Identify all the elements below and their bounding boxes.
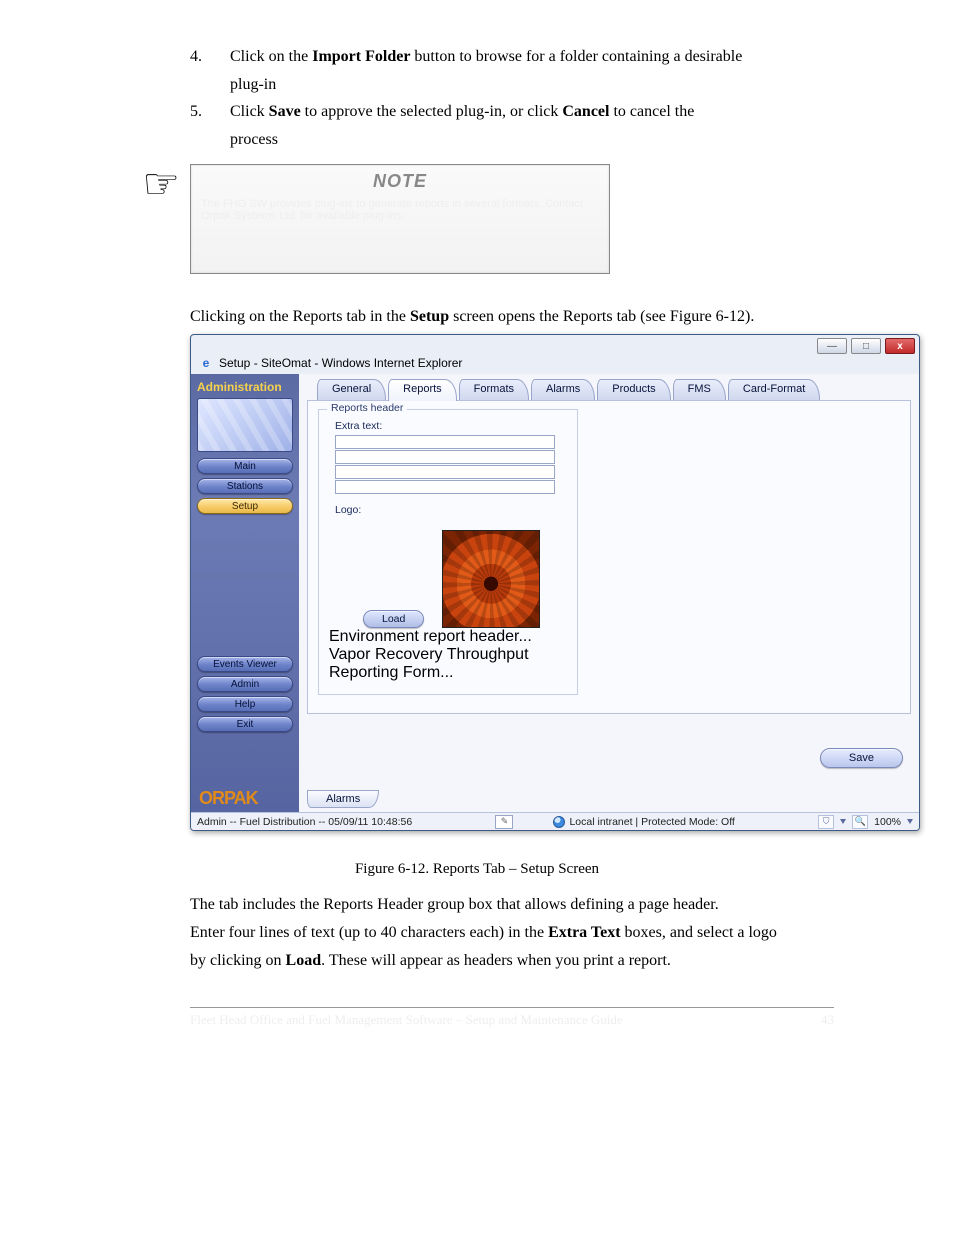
- logo-label: Logo:: [335, 504, 567, 516]
- sidebar-item-setup[interactable]: Setup: [197, 498, 293, 514]
- sidebar-item-help[interactable]: Help: [197, 696, 293, 712]
- reports-panel: Reports header Extra text: Logo:: [307, 400, 911, 714]
- footer-right: 43: [821, 1012, 834, 1028]
- note-callout: NOTE The FHO SW provides plug-ins to gen…: [190, 164, 610, 274]
- section-number: 6.2.7.2: [190, 284, 234, 302]
- zoom-value: 100%: [874, 816, 901, 828]
- globe-icon: [553, 816, 565, 828]
- zoom-dropdown-icon[interactable]: [907, 819, 913, 824]
- para-line-1: The tab includes the Reports Header grou…: [190, 894, 894, 916]
- step-num-4: 4.: [190, 46, 230, 68]
- page-settings-dropdown-icon[interactable]: [840, 819, 846, 824]
- environment-report-header-button[interactable]: Environment report header...: [329, 628, 567, 646]
- brand-logo: ORPAK: [195, 786, 295, 810]
- extra-text-input-4[interactable]: [335, 480, 555, 494]
- fieldset-legend: Reports header: [327, 402, 407, 414]
- status-doc-icon: ✎: [495, 815, 513, 829]
- extra-text-input-1[interactable]: [335, 435, 555, 449]
- tab-fms[interactable]: FMS: [673, 379, 726, 401]
- section-line: Clicking on the Reports tab in the Setup…: [190, 308, 894, 326]
- sidebar-title: Administration: [191, 376, 299, 396]
- step-5-line2: process: [230, 129, 894, 151]
- tab-reports[interactable]: Reports: [388, 379, 457, 401]
- extra-text-label: Extra text:: [335, 420, 567, 432]
- footer-left: Fleet Head Office and Fuel Management So…: [190, 1012, 623, 1028]
- sidebar-item-admin[interactable]: Admin: [197, 676, 293, 692]
- window-titlebar: e Setup - SiteOmat - Windows Internet Ex…: [191, 354, 919, 374]
- app-window: — □ x e Setup - SiteOmat - Windows Inter…: [190, 334, 920, 831]
- tab-general[interactable]: General: [317, 379, 386, 401]
- sidebar-item-main[interactable]: Main: [197, 458, 293, 474]
- sidebar-item-events-viewer[interactable]: Events Viewer: [197, 656, 293, 672]
- reports-header-fieldset: Reports header Extra text: Logo:: [318, 409, 578, 695]
- vapor-recovery-button[interactable]: Vapor Recovery Throughput Reporting Form…: [329, 646, 567, 682]
- window-maximize-button[interactable]: □: [851, 338, 881, 354]
- extra-text-input-2[interactable]: [335, 450, 555, 464]
- note-body: The FHO SW provides plug-ins to generate…: [201, 192, 599, 222]
- window-minimize-button[interactable]: —: [817, 338, 847, 354]
- step-num-5: 5.: [190, 101, 230, 123]
- zoom-icon[interactable]: 🔍: [852, 815, 868, 829]
- pointing-hand-icon: ☞: [142, 164, 180, 206]
- step-5-line1: Click Save to approve the selected plug-…: [230, 101, 894, 123]
- load-button[interactable]: Load: [363, 610, 424, 628]
- step-4-line1: Click on the Import Folder button to bro…: [230, 46, 894, 68]
- setup-tabbar: General Reports Formats Alarms Products …: [299, 374, 919, 400]
- sidebar: Administration Main Stations Setup Event…: [191, 374, 299, 812]
- window-title: Setup - SiteOmat - Windows Internet Expl…: [219, 356, 462, 370]
- sidebar-illustration: [197, 398, 293, 452]
- figure-caption: Figure 6-12. Reports Tab – Setup Screen: [60, 861, 894, 878]
- note-title: NOTE: [201, 171, 599, 192]
- page-settings-icon[interactable]: ⛉: [818, 815, 834, 829]
- logo-preview-image: [442, 530, 540, 628]
- ie-icon: e: [199, 356, 213, 370]
- status-bar: Admin -- Fuel Distribution -- 05/09/11 1…: [191, 812, 919, 830]
- para-line-3: by clicking on Load. These will appear a…: [190, 950, 894, 972]
- window-close-button[interactable]: x: [885, 338, 915, 354]
- extra-text-input-3[interactable]: [335, 465, 555, 479]
- tab-products[interactable]: Products: [597, 379, 670, 401]
- step-4-line2: plug-in: [230, 74, 894, 96]
- status-left-text: Admin -- Fuel Distribution -- 05/09/11 1…: [197, 816, 412, 828]
- save-button[interactable]: Save: [820, 748, 903, 768]
- tab-card-format[interactable]: Card-Format: [728, 379, 820, 401]
- main-pane: General Reports Formats Alarms Products …: [299, 374, 919, 812]
- sidebar-item-stations[interactable]: Stations: [197, 478, 293, 494]
- para-line-2: Enter four lines of text (up to 40 chara…: [190, 922, 894, 944]
- tab-formats[interactable]: Formats: [459, 379, 529, 401]
- sidebar-item-exit[interactable]: Exit: [197, 716, 293, 732]
- status-zone: Local intranet | Protected Mode: Off: [553, 816, 734, 828]
- tab-alarms[interactable]: Alarms: [531, 379, 595, 401]
- bottom-tab-alarms[interactable]: Alarms: [307, 790, 379, 808]
